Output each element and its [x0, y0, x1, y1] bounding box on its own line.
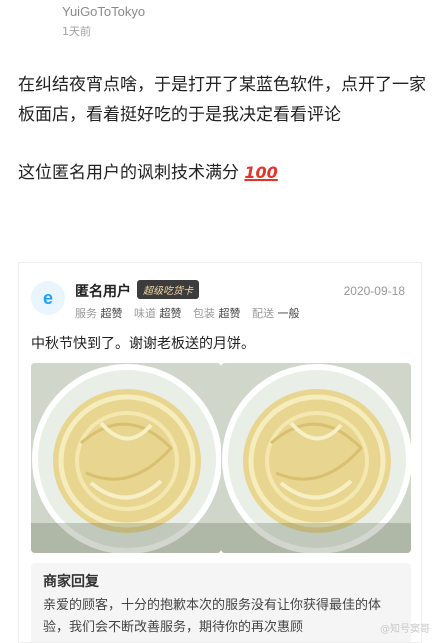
avatar: e — [31, 281, 65, 315]
post-text-line2: 这位匿名用户的讽刺技术满分 100 — [18, 158, 278, 183]
hundred-points-icon: 100 — [244, 163, 278, 182]
rating-label: 配送 — [252, 307, 274, 320]
review-user: 匿名用户 — [75, 284, 131, 300]
rating-value: 超赞 — [100, 307, 123, 320]
post-text: 在纠结夜宵点啥，于是打开了某蓝色软件，点开了一家板面店，看着挺好吃的于是我决定看… — [18, 75, 426, 125]
reply-body: 亲爱的顾客，十分的抱歉本次的服务没有让你获得最佳的体验，我们会不断改善服务，期待… — [43, 598, 382, 635]
avatar-letter: e — [42, 287, 53, 308]
post-header: YuiGoToTokyo 1天前 — [62, 4, 145, 39]
rating-label: 味道 — [134, 307, 156, 320]
rating-label: 服务 — [75, 307, 97, 320]
post-text2: 这位匿名用户的讽刺技术满分 — [18, 163, 239, 183]
rating-value: 超赞 — [218, 307, 241, 320]
review-photo[interactable] — [31, 363, 221, 553]
rating-value: 一般 — [277, 307, 300, 320]
noodle-photo-image — [31, 363, 221, 553]
noodle-photo-image — [221, 363, 411, 553]
rating-value: 超赞 — [159, 307, 182, 320]
watermark: @知号窦哥 — [380, 624, 430, 635]
review-screenshot[interactable]: e 匿名用户 超级吃货卡 2020-09-18 服务 超赞 味道 超赞 包装 超… — [18, 262, 422, 643]
review-text: 中秋节快到了。谢谢老板送的月饼。 — [31, 336, 255, 352]
post-time: 1天前 — [62, 25, 91, 38]
post-username[interactable]: YuiGoToTokyo — [62, 4, 145, 19]
review-photo[interactable] — [221, 363, 411, 553]
review-ratings: 服务 超赞 味道 超赞 包装 超赞 配送 一般 — [75, 305, 308, 321]
reply-title: 商家回复 — [43, 574, 99, 590]
review-date: 2020-09-18 — [343, 284, 405, 298]
rating-label: 包装 — [193, 307, 215, 320]
merchant-reply: 商家回复 亲爱的顾客，十分的抱歉本次的服务没有让你获得最佳的体验，我们会不断改善… — [31, 563, 411, 642]
member-badge: 超级吃货卡 — [137, 280, 199, 299]
